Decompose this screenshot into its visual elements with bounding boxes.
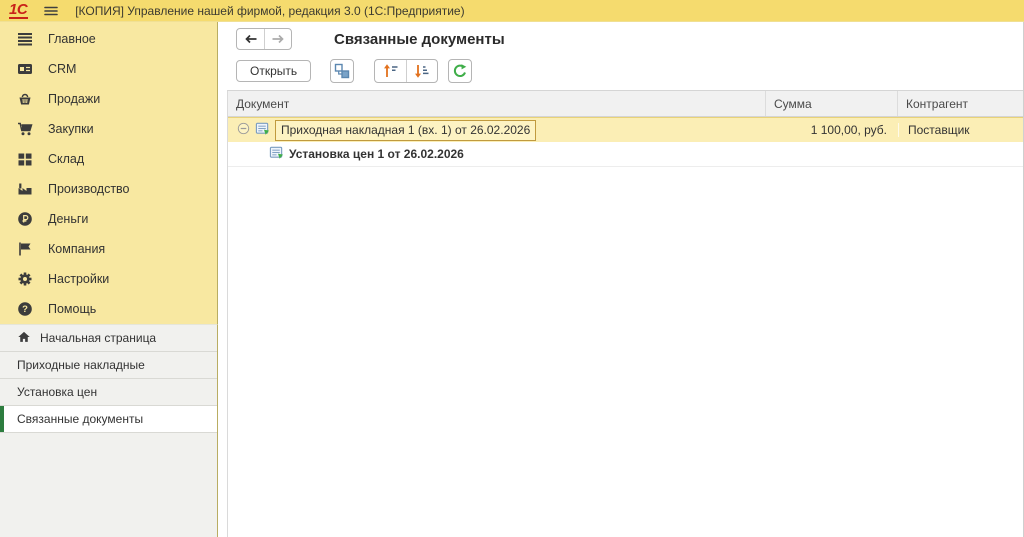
sidebar-item-zakupki[interactable]: Закупки (0, 114, 217, 144)
table-row[interactable]: Приходная накладная 1 (вх. 1) от 26.02.2… (228, 117, 1023, 142)
refresh-icon (454, 64, 467, 77)
menu-lines-icon (16, 31, 33, 48)
document-cell: Приходная накладная 1 (вх. 1) от 26.02.2… (228, 119, 766, 141)
open-button[interactable]: Открыть (236, 60, 312, 82)
sidebar-item-label: Производство (48, 182, 130, 196)
table-row[interactable]: Установка цен 1 от 26.02.2026 (228, 142, 1023, 167)
sidebar-item-proizvodstvo[interactable]: Производство (0, 174, 217, 204)
1c-logo: 1С (9, 0, 29, 19)
hierarchy-icon (334, 63, 350, 79)
sidebar-item-crm[interactable]: CRM (0, 54, 217, 84)
contractor-cell: Поставщик (898, 123, 1023, 137)
toolbar: Открыть (227, 56, 1023, 86)
sidebar-item-label: Склад (48, 152, 85, 166)
tab-label: Начальная страница (40, 331, 157, 345)
sidebar-item-label: Помощь (48, 302, 97, 316)
hierarchy-view-button[interactable] (330, 59, 355, 83)
selected-cell-value: Приходная накладная 1 (вх. 1) от 26.02.2… (275, 119, 537, 141)
sum-cell: 1 100,00, руб. (810, 123, 887, 137)
sort-button-group (374, 59, 439, 83)
related-documents-table: Документ Сумма Контрагент Приходная накл… (227, 90, 1023, 537)
svg-text:?: ? (22, 304, 28, 315)
window-title: [КОПИЯ] Управление нашей фирмой, редакци… (75, 3, 465, 18)
column-header-sum[interactable]: Сумма (766, 91, 898, 116)
grid-icon (16, 151, 33, 168)
cart-icon (16, 121, 33, 138)
back-button[interactable] (237, 29, 264, 49)
tab-label: Приходные накладные (17, 358, 145, 372)
sidebar-item-label: Деньги (48, 212, 89, 226)
tab-home-page[interactable]: Начальная страница (0, 325, 217, 352)
document-icon (255, 121, 270, 139)
contact-card-icon (16, 61, 33, 78)
sidebar-item-pomosch[interactable]: ? Помощь (0, 294, 217, 324)
basket-icon (16, 91, 33, 108)
tab-prihodnye-nakladnye[interactable]: Приходные накладные (0, 352, 217, 379)
page-title: Связанные документы (334, 30, 505, 48)
document-icon (269, 145, 284, 163)
sidebar-item-label: Закупки (48, 122, 94, 136)
column-header-contractor[interactable]: Контрагент (898, 91, 1023, 116)
column-header-document[interactable]: Документ (228, 91, 766, 116)
history-nav-group (236, 28, 292, 50)
flag-icon (16, 241, 33, 258)
sidebar-item-glavnoe[interactable]: Главное (0, 24, 217, 54)
factory-icon (16, 181, 33, 198)
refresh-button[interactable] (448, 59, 473, 83)
main-panel: Связанные документы Открыть Документ Сум… (227, 22, 1024, 537)
gear-icon (16, 271, 33, 288)
ruble-icon (16, 211, 33, 228)
help-icon: ? (16, 301, 33, 318)
sort-ascending-button[interactable] (375, 60, 406, 82)
document-cell-value: Установка цен 1 от 26.02.2026 (289, 147, 464, 161)
sidebar-item-label: CRM (48, 62, 77, 76)
collapse-toggle-icon[interactable] (237, 122, 250, 138)
document-cell: Установка цен 1 от 26.02.2026 (228, 145, 766, 163)
hamburger-menu-icon[interactable] (43, 3, 59, 19)
sort-descending-button[interactable] (406, 60, 437, 82)
home-icon (17, 330, 31, 347)
sort-descending-icon (415, 65, 429, 78)
sidebar-item-label: Настройки (48, 272, 110, 286)
tab-label: Установка цен (17, 385, 98, 399)
tab-ustanovka-cen[interactable]: Установка цен (0, 379, 217, 406)
tab-svyazannye-dokumenty[interactable]: Связанные документы (0, 406, 217, 433)
sidebar-item-sklad[interactable]: Склад (0, 144, 217, 174)
top-bar: 1С [КОПИЯ] Управление нашей фирмой, реда… (0, 0, 1024, 22)
sidebar-item-dengi[interactable]: Деньги (0, 204, 217, 234)
sort-ascending-icon (383, 64, 398, 77)
sidebar-sections-menu: Главное CRM Продажи Закупки Склад Произв… (0, 22, 218, 324)
sidebar-item-nastroyki[interactable]: Настройки (0, 264, 217, 294)
forward-button[interactable] (264, 29, 291, 49)
navigation-row: Связанные документы (227, 22, 1023, 56)
table-header-row: Документ Сумма Контрагент (228, 91, 1023, 117)
sidebar-open-windows: Начальная страница Приходные накладные У… (0, 324, 218, 537)
sidebar-item-label: Компания (48, 242, 106, 256)
sidebar-item-label: Продажи (48, 92, 101, 106)
sidebar-item-prodazhi[interactable]: Продажи (0, 84, 217, 114)
sidebar-item-label: Главное (48, 32, 96, 46)
tab-label: Связанные документы (17, 412, 144, 426)
sidebar-item-kompaniya[interactable]: Компания (0, 234, 217, 264)
